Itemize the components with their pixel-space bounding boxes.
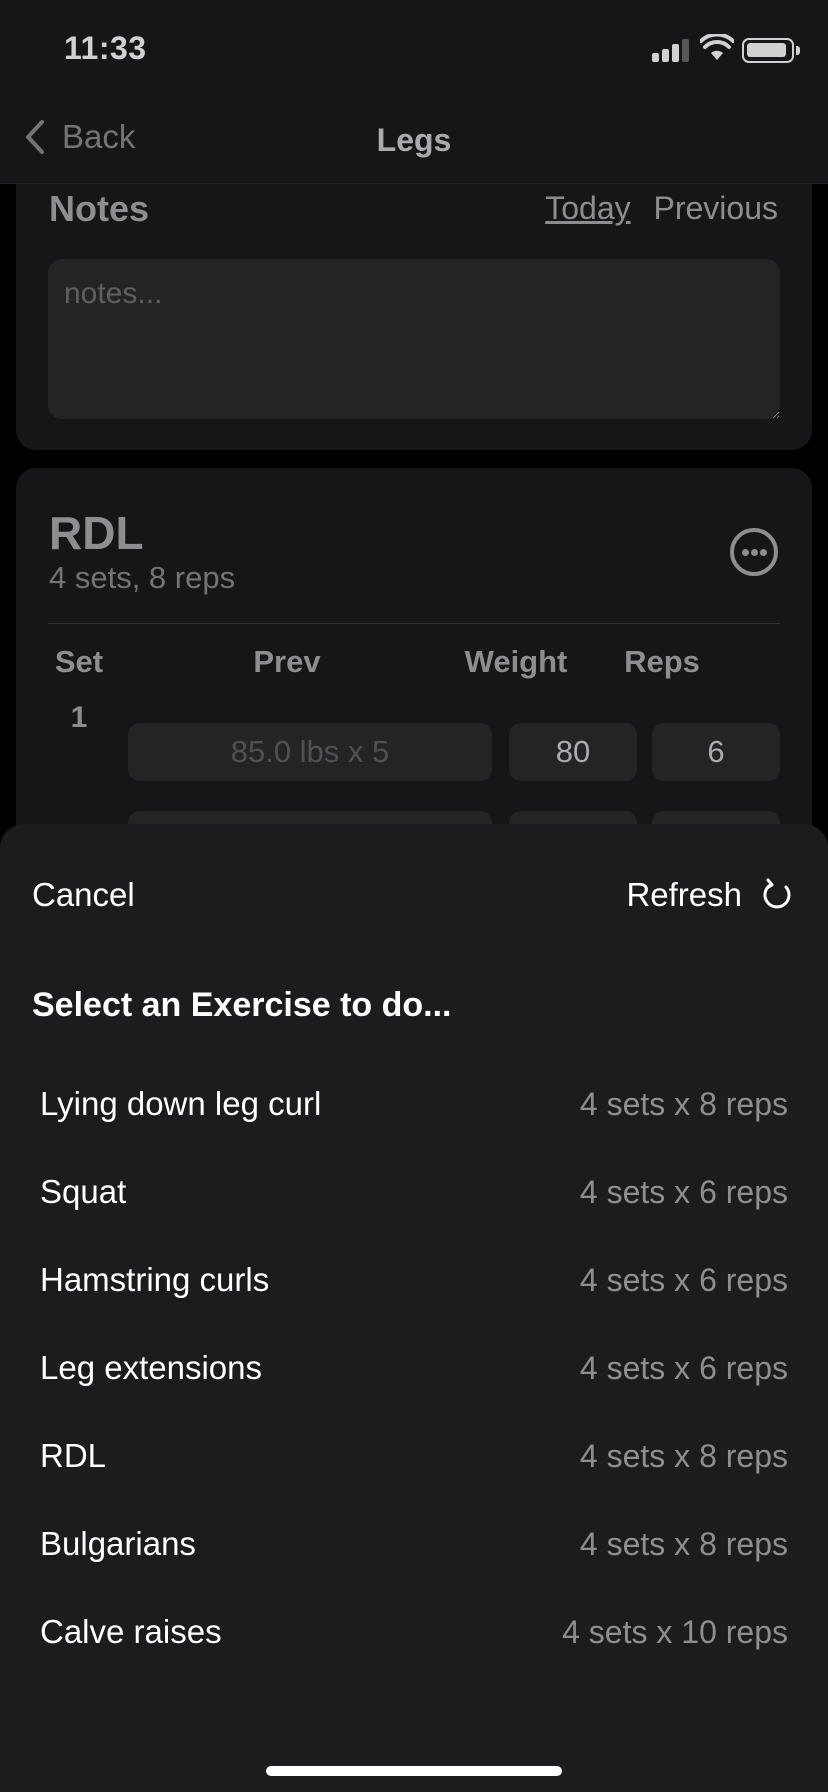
list-item[interactable]: Bulgarians 4 sets x 8 reps (40, 1500, 788, 1588)
list-item-name: RDL (40, 1437, 107, 1474)
list-item[interactable]: Leg extensions 4 sets x 6 reps (40, 1324, 788, 1412)
list-item-detail: 4 sets x 10 reps (562, 1613, 788, 1650)
exercise-list: Lying down leg curl 4 sets x 8 reps Squa… (40, 1060, 788, 1676)
list-item-detail: 4 sets x 6 reps (579, 1349, 788, 1386)
exercise-picker-sheet: Cancel Refresh Select an Exercise to do.… (0, 824, 828, 1792)
list-item[interactable]: Lying down leg curl 4 sets x 8 reps (40, 1060, 788, 1148)
list-item[interactable]: Squat 4 sets x 6 reps (40, 1148, 788, 1236)
list-item-detail: 4 sets x 8 reps (579, 1085, 788, 1122)
list-item-name: Leg extensions (40, 1349, 262, 1386)
list-item-detail: 4 sets x 8 reps (579, 1437, 788, 1474)
list-item[interactable]: Hamstring curls 4 sets x 6 reps (40, 1236, 788, 1324)
list-item-detail: 4 sets x 6 reps (579, 1173, 788, 1210)
screen: 11:33 Notes Today Previous Back (0, 0, 828, 1792)
cancel-button[interactable]: Cancel (32, 876, 135, 914)
home-indicator[interactable] (266, 1766, 562, 1776)
list-item-name: Bulgarians (40, 1525, 196, 1562)
list-item-name: Hamstring curls (40, 1261, 270, 1298)
list-item-name: Lying down leg curl (40, 1085, 322, 1122)
refresh-button[interactable]: Refresh (626, 876, 794, 914)
sheet-title: Select an Exercise to do... (32, 986, 452, 1024)
list-item[interactable]: Calve raises 4 sets x 10 reps (40, 1588, 788, 1676)
list-item-name: Squat (40, 1173, 127, 1210)
list-item-name: Calve raises (40, 1613, 222, 1650)
list-item[interactable]: RDL 4 sets x 8 reps (40, 1412, 788, 1500)
refresh-icon (763, 878, 791, 909)
list-item-detail: 4 sets x 8 reps (579, 1525, 788, 1562)
list-item-detail: 4 sets x 6 reps (579, 1261, 788, 1298)
refresh-label: Refresh (626, 876, 742, 913)
